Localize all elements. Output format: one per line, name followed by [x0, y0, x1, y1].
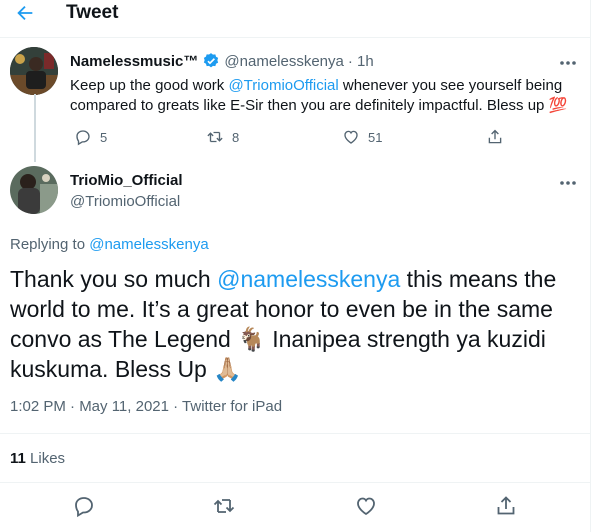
tweet1-user-row: Namelessmusic™ @namelesskenya · 1h	[70, 52, 374, 70]
likes-count: 11	[10, 450, 26, 467]
share-icon	[488, 129, 502, 144]
more-icon[interactable]	[558, 56, 578, 70]
tweet2-text: Thank you so much @namelesskenya this me…	[10, 264, 575, 384]
likes-label: Likes	[30, 450, 66, 467]
tweet-timestamp[interactable]: 1:02 PM · May 11, 2021 · Twitter for iPa…	[10, 398, 282, 415]
tweet1-share-button[interactable]	[486, 128, 504, 146]
tweet1-retweet-button[interactable]: 8	[206, 128, 239, 146]
reply-count: 5	[100, 129, 108, 145]
hundred-emoji: 💯	[548, 97, 568, 114]
retweet-count: 8	[232, 129, 240, 145]
like-count: 51	[368, 129, 383, 145]
share-icon[interactable]	[494, 494, 518, 518]
tweet2-handle[interactable]: @TriomioOfficial	[70, 193, 183, 210]
retweet-icon[interactable]	[212, 494, 236, 518]
tweet1-like-button[interactable]: 51	[342, 128, 382, 146]
tweet1-name[interactable]: Namelessmusic™	[70, 53, 198, 70]
tweet1-reply-button[interactable]: 5	[74, 128, 107, 146]
page-title: Tweet	[66, 2, 119, 23]
tweet1-handle[interactable]: @namelesskenya	[224, 53, 343, 70]
likes-stat[interactable]: 11 Likes	[10, 450, 65, 467]
stats-divider	[0, 482, 590, 483]
tweet1-text-part: Keep up the good work	[70, 77, 229, 94]
meta-divider	[0, 433, 590, 434]
pray-emoji: 🙏🏼	[213, 356, 242, 382]
more-icon[interactable]	[558, 176, 578, 190]
tweet2-mention-link[interactable]: @namelesskenya	[217, 266, 400, 292]
like-icon[interactable]	[354, 494, 378, 518]
goat-emoji: 🐐	[237, 326, 266, 352]
header-divider	[0, 37, 590, 38]
reply-icon[interactable]	[72, 494, 96, 518]
tweet1-text: Keep up the good work @TriomioOfficial w…	[70, 76, 575, 116]
tweet2-name[interactable]: TrioMio_Official	[70, 172, 183, 189]
reply-icon	[76, 130, 90, 146]
retweet-icon	[207, 131, 223, 143]
tweet1-mention-link[interactable]: @TriomioOfficial	[228, 77, 338, 94]
replying-to-label: Replying to	[10, 236, 90, 253]
tweet1-time[interactable]: · 1h	[348, 53, 374, 70]
top-header: Tweet	[0, 0, 597, 28]
tweet-action-bar	[0, 494, 590, 518]
verified-badge-icon	[204, 53, 219, 68]
avatar-namelessmusic[interactable]	[10, 47, 58, 95]
like-icon	[344, 130, 358, 144]
replying-to-link[interactable]: @namelesskenya	[89, 236, 208, 253]
replying-to: Replying to @namelesskenya	[10, 236, 209, 253]
tweet2-text-part: Thank you so much	[10, 266, 218, 292]
tweet2-user-block: TrioMio_Official @TriomioOfficial	[70, 172, 183, 210]
thread-line	[34, 94, 36, 162]
back-arrow-icon[interactable]	[14, 2, 36, 24]
avatar-triomio[interactable]	[10, 166, 58, 214]
column-border	[590, 0, 591, 532]
